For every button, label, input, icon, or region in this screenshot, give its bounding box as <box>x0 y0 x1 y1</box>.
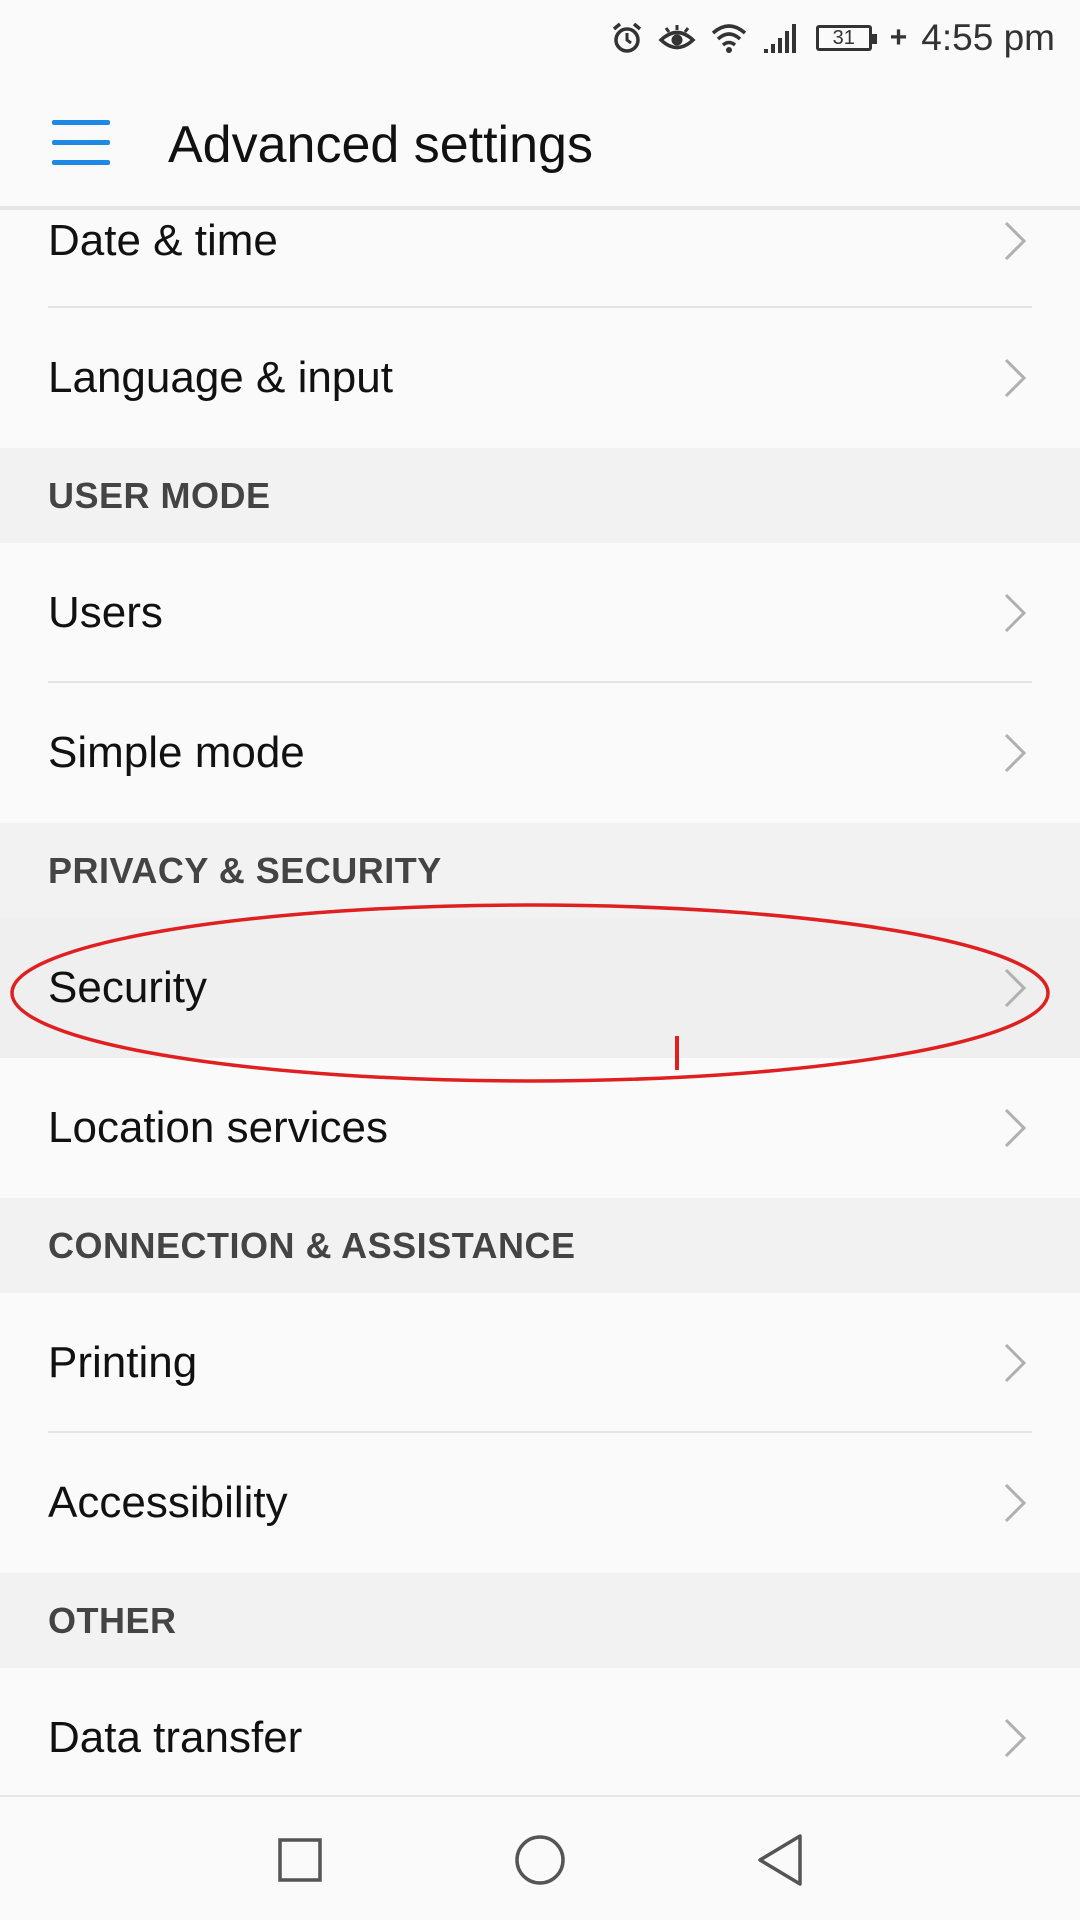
list-item-label: Language & input <box>48 353 393 402</box>
list-item-label: Date & time <box>48 216 278 265</box>
signal-icon <box>763 24 796 53</box>
chevron-right-icon <box>1004 733 1027 773</box>
list-item-printing[interactable]: Printing <box>0 1293 1080 1433</box>
list-item-label: Simple mode <box>48 728 305 777</box>
chevron-right-icon <box>1004 221 1027 261</box>
chevron-right-icon <box>1004 1343 1027 1383</box>
eye-comfort-icon <box>658 25 696 50</box>
list-item-language-input[interactable]: Language & input <box>0 308 1080 448</box>
section-header-connection-assistance: CONNECTION & ASSISTANCE <box>0 1198 1080 1293</box>
recents-square-icon[interactable] <box>265 1825 335 1895</box>
list-item-users[interactable]: Users <box>0 543 1080 683</box>
status-bar: 31 + 4:55 pm <box>0 0 1080 75</box>
chevron-right-icon <box>1004 968 1027 1008</box>
settings-list: Date & time Language & input USER MODE U… <box>0 214 1080 1808</box>
chevron-right-icon <box>1004 1718 1027 1758</box>
chevron-right-icon <box>1004 1483 1027 1523</box>
status-time: 4:55 pm <box>921 17 1055 58</box>
list-item-data-transfer[interactable]: Data transfer <box>0 1668 1080 1808</box>
section-header-label: USER MODE <box>48 474 271 516</box>
chevron-right-icon <box>1004 358 1027 398</box>
list-item-simple-mode[interactable]: Simple mode <box>0 683 1080 823</box>
list-item-label: Accessibility <box>48 1478 288 1527</box>
list-item-location-services[interactable]: Location services <box>0 1058 1080 1198</box>
list-item-label: Printing <box>48 1338 198 1387</box>
list-item-label: Location services <box>48 1103 388 1152</box>
list-item-label: Security <box>48 963 207 1012</box>
list-item-date-time[interactable]: Date & time <box>0 214 1080 308</box>
page-title: Advanced settings <box>168 116 593 174</box>
menu-icon[interactable] <box>52 120 110 166</box>
list-item-label: Users <box>48 588 163 637</box>
wifi-icon <box>711 24 746 53</box>
section-header-privacy-security: PRIVACY & SECURITY <box>0 823 1080 918</box>
list-item-accessibility[interactable]: Accessibility <box>0 1433 1080 1573</box>
navigation-bar <box>0 1795 1080 1920</box>
chevron-right-icon <box>1004 593 1027 633</box>
section-header-user-mode: USER MODE <box>0 448 1080 543</box>
home-circle-icon[interactable] <box>505 1825 575 1895</box>
battery-icon: 31 <box>815 25 877 51</box>
app-bar: Advanced settings <box>0 75 1080 210</box>
list-item-security[interactable]: Security <box>0 918 1080 1058</box>
list-item-label: Data transfer <box>48 1713 303 1762</box>
section-header-label: PRIVACY & SECURITY <box>48 849 442 891</box>
alarm-icon <box>612 22 641 53</box>
section-header-other: OTHER <box>0 1573 1080 1668</box>
status-icons: 31 + 4:55 pm <box>610 14 1055 62</box>
chevron-right-icon <box>1004 1108 1027 1148</box>
section-header-label: CONNECTION & ASSISTANCE <box>48 1224 576 1266</box>
section-header-label: OTHER <box>48 1599 177 1641</box>
battery-level: 31 <box>832 26 855 49</box>
charging-icon: + <box>889 21 908 54</box>
back-triangle-icon[interactable] <box>745 1825 815 1895</box>
